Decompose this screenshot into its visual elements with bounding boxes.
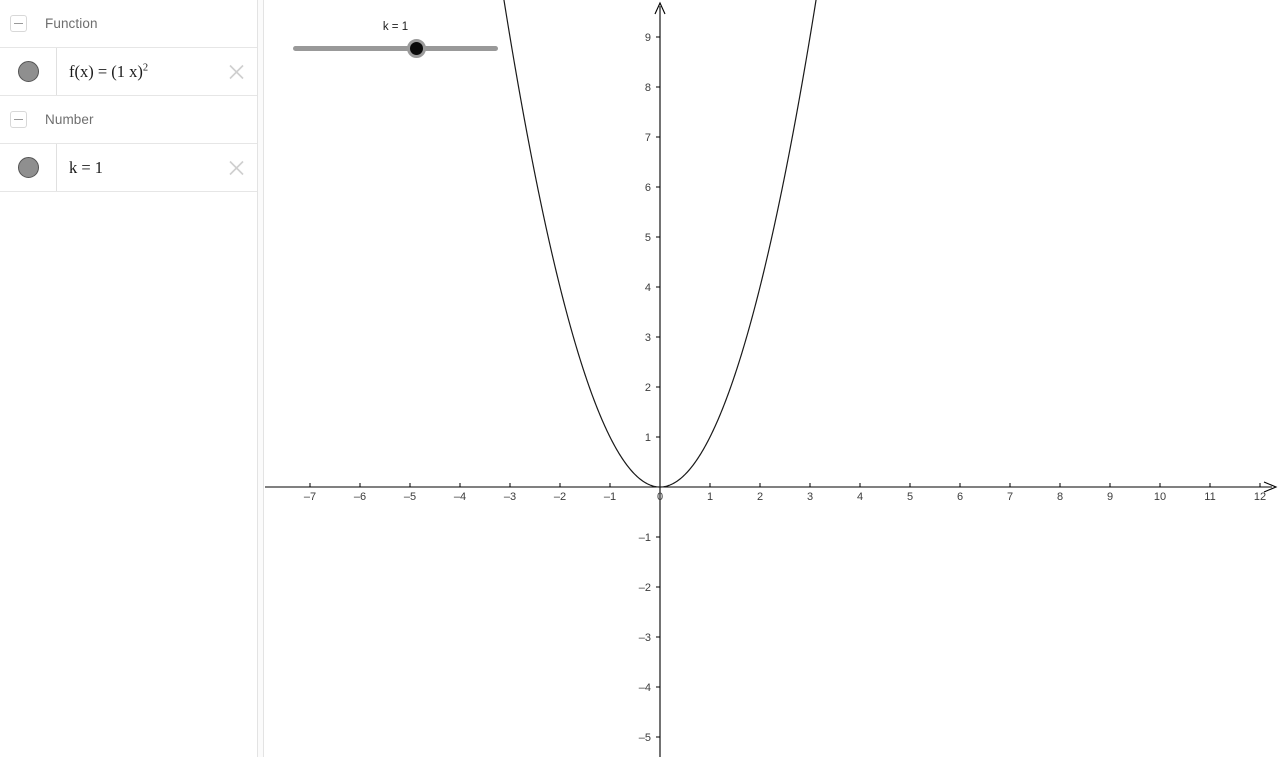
visibility-marble-icon[interactable] (17, 61, 39, 82)
svg-text:3: 3 (645, 332, 651, 344)
svg-text:6: 6 (645, 182, 651, 194)
coordinate-plane: –7 –6 –5 –4 –3 –2 –1 0 1 2 3 4 5 6 7 8 9 10 11 12–5–4–3–2–1… (265, 0, 1278, 757)
svg-text:1: 1 (645, 432, 651, 444)
svg-text:–3: –3 (504, 491, 516, 503)
marble-cell[interactable] (0, 48, 57, 95)
svg-text:0: 0 (657, 491, 663, 503)
svg-text:–4: –4 (639, 682, 651, 694)
svg-text:5: 5 (907, 491, 913, 503)
graphics-view[interactable]: –7 –6 –5 –4 –3 –2 –1 0 1 2 3 4 5 6 7 8 9 10 11 12 –5 –4 –3 –2 –1… (265, 0, 1280, 757)
svg-text:–5: –5 (404, 491, 416, 503)
svg-text:4: 4 (645, 282, 651, 294)
number-expression: k = 1 (69, 158, 103, 178)
svg-text:1: 1 (707, 491, 713, 503)
minus-icon[interactable] (10, 15, 27, 32)
svg-text:11: 11 (1204, 491, 1215, 503)
svg-text:–6: –6 (354, 491, 366, 503)
minus-icon[interactable] (10, 111, 27, 128)
number-expression-text: k = 1 (69, 157, 104, 177)
algebra-group-title: Number (45, 112, 94, 127)
svg-text:12: 12 (1254, 491, 1266, 503)
svg-text:7: 7 (645, 132, 651, 144)
algebra-group-title: Function (45, 16, 98, 31)
close-icon[interactable] (226, 157, 247, 178)
svg-text:9: 9 (645, 32, 651, 44)
algebra-view-panel: Function f(x) = (1 x)2 Number k = 1 (0, 0, 257, 757)
algebra-group-header-function: Function (0, 0, 257, 47)
algebra-row-function[interactable]: f(x) = (1 x)2 (0, 47, 257, 96)
slider-caption: k = 1 (382, 21, 409, 33)
svg-text:–4: –4 (454, 491, 466, 503)
svg-text:10: 10 (1154, 491, 1166, 503)
svg-text:–2: –2 (639, 582, 651, 594)
slider-knob[interactable] (407, 39, 426, 58)
function-expression: f(x) = (1 x)2 (69, 62, 148, 82)
algebra-row-number[interactable]: k = 1 (0, 143, 257, 192)
marble-cell[interactable] (0, 144, 57, 191)
svg-text:9: 9 (1107, 491, 1113, 503)
svg-text:–5: –5 (639, 732, 651, 744)
slider-k[interactable]: k = 1 (293, 21, 498, 58)
svg-text:2: 2 (645, 382, 651, 394)
visibility-marble-icon[interactable] (17, 157, 39, 178)
svg-text:–1: –1 (604, 491, 616, 503)
svg-text:–2: –2 (554, 491, 566, 503)
svg-text:8: 8 (1057, 491, 1063, 503)
function-expression-text: f(x) = (1 x) (69, 61, 143, 81)
function-expression-exponent: 2 (142, 62, 149, 73)
slider-track[interactable] (293, 46, 498, 51)
close-icon[interactable] (226, 61, 247, 82)
geogebra-app: Function f(x) = (1 x)2 Number k = 1 –7 –… (0, 0, 1280, 757)
svg-text:8: 8 (645, 82, 651, 94)
svg-text:6: 6 (957, 491, 963, 503)
svg-text:–7: –7 (304, 491, 316, 503)
svg-text:4: 4 (857, 491, 863, 503)
svg-text:–1: –1 (639, 532, 651, 544)
algebra-group-header-number: Number (0, 96, 257, 143)
svg-text:2: 2 (757, 491, 763, 503)
panel-splitter[interactable] (257, 0, 264, 757)
svg-text:3: 3 (807, 491, 813, 503)
svg-text:5: 5 (645, 232, 651, 244)
svg-text:7: 7 (1007, 491, 1013, 503)
svg-text:–3: –3 (639, 632, 651, 644)
